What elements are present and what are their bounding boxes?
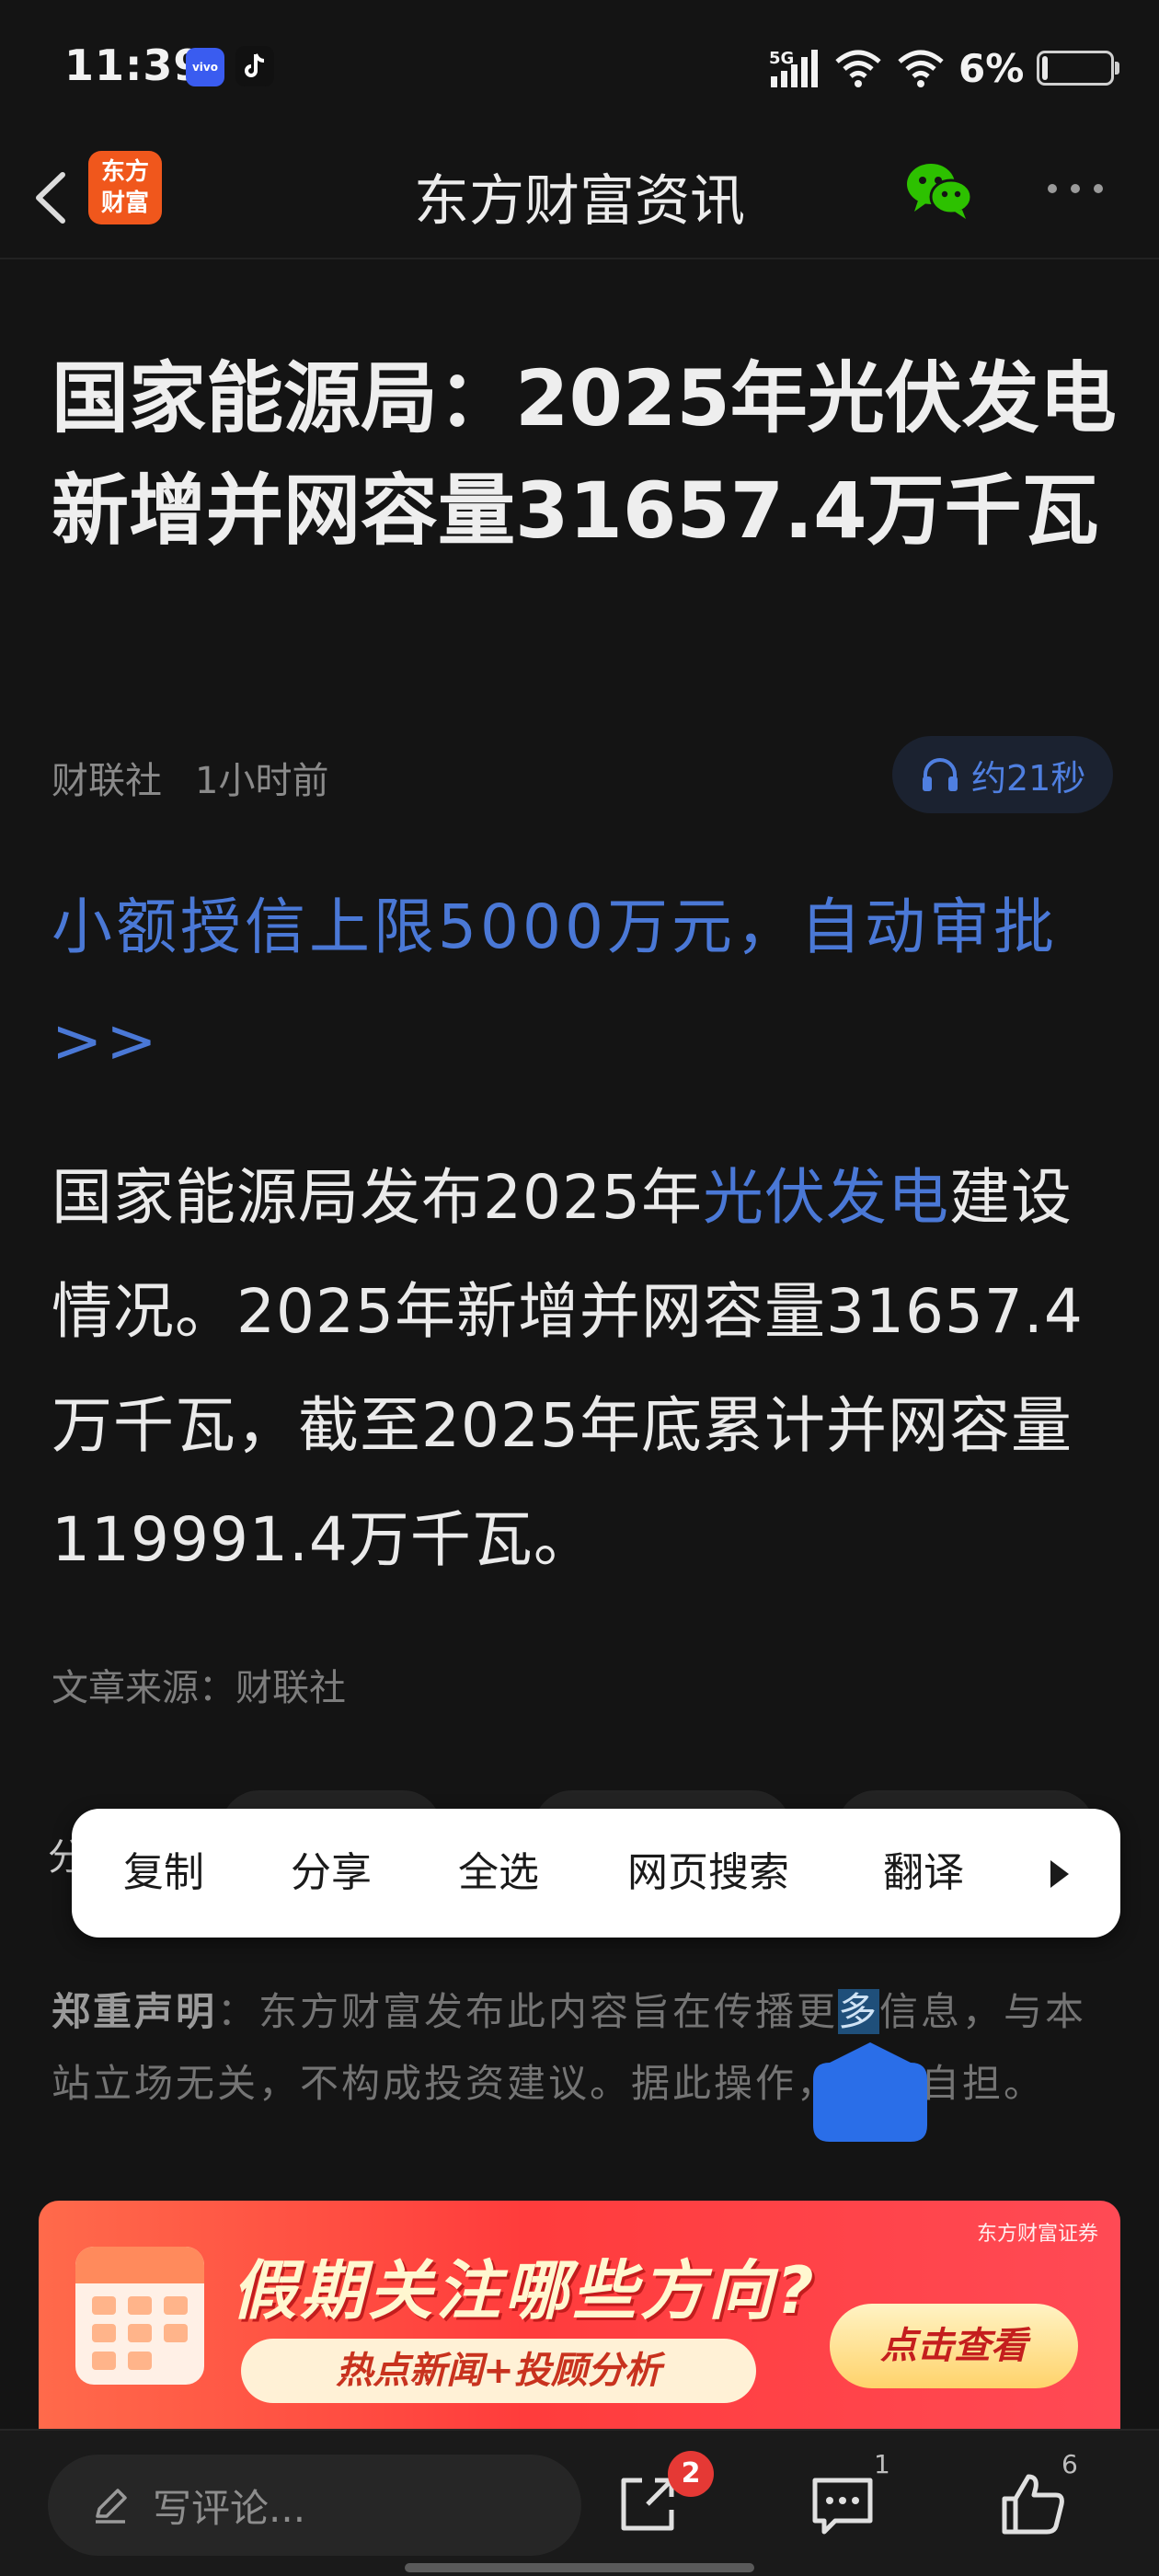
article-time: 1小时前 [195, 760, 329, 802]
banner-title: 假期关注哪些方向? [232, 2253, 818, 2329]
bottom-action-bar: 写评论... 2 1 6 [0, 2429, 1159, 2576]
article-source[interactable]: 财联社 [52, 751, 162, 804]
thumbs-up-icon[interactable] [997, 2467, 1071, 2541]
eastmoney-logo[interactable]: 东方 财富 [88, 151, 162, 224]
cellular-signal-icon: 5G [769, 49, 818, 87]
wifi-icon [835, 50, 881, 87]
share-badge: 2 [668, 2451, 714, 2497]
keyword-link[interactable]: 光伏发电 [703, 1162, 949, 1233]
menu-translate[interactable]: 翻译 [883, 1809, 964, 1938]
nav-bar: 东方财富资讯 东方 财富 [0, 138, 1159, 259]
menu-web-search[interactable]: 网页搜索 [627, 1809, 789, 1938]
menu-copy[interactable]: 复制 [123, 1809, 204, 1938]
menu-select-all[interactable]: 全选 [458, 1809, 539, 1938]
selection-handle-right-icon[interactable] [870, 2042, 927, 2142]
back-arrow-icon[interactable] [26, 156, 77, 239]
disclaimer-text: ：东方财富发布此内容旨在传播更 [217, 1989, 839, 2034]
headphones-icon [923, 758, 958, 791]
calendar-header-icon [75, 2247, 204, 2283]
like-count: 6 [1061, 2449, 1078, 2479]
status-bar: 11:39 vivo 5G 6% [0, 0, 1159, 138]
gesture-bar [405, 2563, 754, 2572]
pencil-icon [96, 2489, 127, 2524]
calendar-grid-icon [92, 2296, 188, 2370]
body-text-part: 国家能源局发布2025年 [52, 1162, 703, 1233]
tiktok-icon [235, 46, 274, 86]
vivo-app-icon: vivo [186, 48, 224, 86]
ad-banner[interactable]: 东方财富证券 假期关注哪些方向? 热点新闻+投顾分析 点击查看 [39, 2201, 1120, 2431]
status-time: 11:39 [64, 40, 204, 90]
menu-more-arrow-icon[interactable] [1036, 1851, 1082, 1897]
text-selection-menu: 复制 分享 全选 网页搜索 翻译 [72, 1809, 1120, 1938]
disclaimer: 郑重声明：东方财富发布此内容旨在传播更多信息，与本站立场无关，不构成投资建议。据… [52, 1976, 1119, 2120]
audio-duration: 约21秒 [971, 757, 1086, 799]
article-headline: 国家能源局：2025年光伏发电新增并网容量31657.4万千瓦 [52, 353, 1117, 556]
banner-subtitle: 热点新闻+投顾分析 [241, 2339, 756, 2403]
article-body: 国家能源局发布2025年光伏发电建设情况。2025年新增并网容量31657.4万… [52, 1141, 1119, 1597]
banner-cta-button[interactable]: 点击查看 [830, 2304, 1078, 2388]
comment-placeholder: 写评论... [153, 2485, 306, 2531]
disclaimer-label: 郑重声明 [52, 1989, 218, 2034]
menu-share[interactable]: 分享 [291, 1809, 372, 1938]
selection-handle-left-icon[interactable] [813, 2042, 870, 2142]
listen-audio-button[interactable]: 约21秒 [892, 736, 1113, 813]
network-type: 5G [769, 49, 794, 68]
promo-link[interactable]: 小额授信上限5000万元，自动审批 >> [52, 870, 1119, 1098]
page-title: 东方财富资讯 [414, 169, 745, 234]
battery-icon [1037, 51, 1120, 86]
banner-brand: 东方财富证券 [977, 2223, 1099, 2246]
wifi-icon-secondary [898, 50, 944, 87]
more-options-icon[interactable] [1043, 175, 1107, 202]
wechat-share-icon[interactable] [905, 160, 975, 221]
battery-percent: 6% [958, 45, 1025, 91]
status-right: 5G 6% [769, 40, 1120, 96]
selected-text[interactable]: 多 [838, 1989, 880, 2034]
comment-icon[interactable] [806, 2469, 879, 2543]
comment-count: 1 [874, 2449, 890, 2479]
article-source-line: 文章来源：财联社 [52, 1667, 346, 1709]
comment-input[interactable]: 写评论... [48, 2455, 581, 2556]
